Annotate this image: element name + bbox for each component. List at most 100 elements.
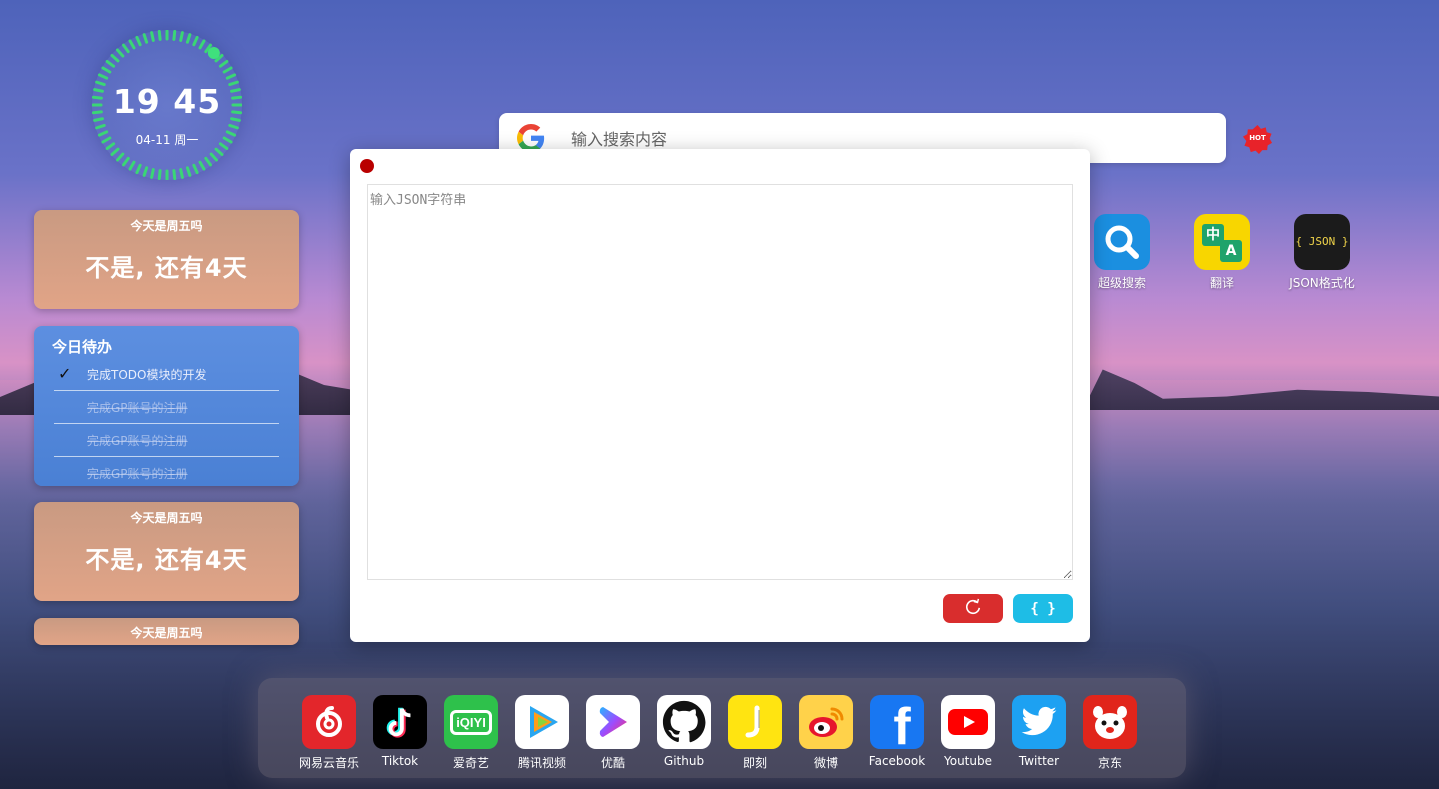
clock-tick bbox=[95, 123, 106, 130]
todo-title: 今日待办 bbox=[52, 338, 113, 356]
clock-tick bbox=[110, 53, 120, 63]
dock-item-github[interactable]: Github bbox=[649, 695, 719, 768]
format-button[interactable]: { } bbox=[1013, 594, 1073, 623]
clock-tick bbox=[185, 166, 192, 177]
friday-card-small[interactable]: 今天是周五吗 bbox=[34, 618, 299, 645]
dock-item-label: Github bbox=[663, 754, 705, 768]
clock-tick bbox=[105, 60, 116, 68]
clock-tick bbox=[142, 166, 149, 177]
clock-tick bbox=[179, 168, 184, 179]
tool-translate[interactable]: 中 A 翻译 bbox=[1177, 214, 1267, 291]
friday-card[interactable]: 今天是周五吗 不是, 还有4天 bbox=[34, 210, 299, 309]
dock-item-label: 微博 bbox=[813, 756, 838, 770]
dock-item-tencent-video[interactable]: 腾讯视频 bbox=[507, 695, 577, 771]
clock-tick bbox=[198, 160, 206, 171]
todo-widget[interactable]: 今日待办 ✓ 完成TODO模块的开发 完成GP账号的注册 完成GP账号的注册 完… bbox=[34, 326, 299, 486]
clock-tick bbox=[135, 163, 142, 175]
clock-second-marker bbox=[207, 46, 220, 59]
tencent-video-icon[interactable] bbox=[515, 695, 569, 749]
clock-tick bbox=[150, 168, 155, 179]
json-input[interactable] bbox=[367, 184, 1073, 580]
todo-item[interactable]: 完成GP账号的注册 bbox=[54, 457, 279, 486]
youku-icon[interactable] bbox=[586, 695, 640, 749]
clock-tick bbox=[214, 147, 224, 157]
friday-card-answer: 不是, 还有4天 bbox=[85, 546, 248, 574]
clock-tick bbox=[128, 160, 136, 171]
clock-time: 19 45 bbox=[112, 82, 222, 121]
facebook-glyph: f bbox=[893, 698, 911, 749]
search-icon[interactable] bbox=[1094, 214, 1150, 270]
clock-tick bbox=[101, 66, 112, 74]
jike-icon[interactable] bbox=[728, 695, 782, 749]
dock-item-label: Facebook bbox=[868, 754, 926, 768]
dock-item-label: 网易云音乐 bbox=[298, 756, 359, 770]
jd-icon[interactable] bbox=[1083, 695, 1137, 749]
dock-item-label: 爱奇艺 bbox=[452, 756, 489, 770]
clock-tick bbox=[110, 147, 120, 157]
dock-item-facebook[interactable]: f Facebook bbox=[862, 695, 932, 768]
weibo-icon[interactable] bbox=[799, 695, 853, 749]
clock-tick bbox=[122, 43, 130, 54]
translate-glyph-a: A bbox=[1220, 240, 1242, 262]
friday-card-title: 今天是周五吗 bbox=[130, 511, 203, 525]
todo-item-text: 完成GP账号的注册 bbox=[87, 467, 188, 481]
dock-item-label: 腾讯视频 bbox=[517, 756, 566, 770]
json-formatter-dialog: { } bbox=[350, 149, 1090, 642]
clock-tick bbox=[157, 30, 162, 41]
clock-tick bbox=[115, 48, 125, 58]
dock-item-label: 即刻 bbox=[742, 756, 767, 770]
close-dot-icon[interactable] bbox=[360, 159, 374, 173]
clock-tick bbox=[218, 60, 229, 68]
clock-tick bbox=[135, 35, 142, 47]
json-icon[interactable]: { JSON } bbox=[1294, 214, 1350, 270]
tool-super-search[interactable]: 超级搜索 bbox=[1077, 214, 1167, 291]
todo-item-text: 完成GP账号的注册 bbox=[87, 434, 188, 448]
dock-item-iqiyi[interactable]: iQIYI 爱奇艺 bbox=[436, 695, 506, 771]
dock-item-label: 优酷 bbox=[600, 756, 625, 770]
clock-tick bbox=[198, 39, 206, 50]
clock-tick bbox=[225, 73, 237, 80]
tool-label: 翻译 bbox=[1209, 276, 1234, 290]
dock-item-weibo[interactable]: 微博 bbox=[791, 695, 861, 771]
clock-tick bbox=[192, 35, 199, 47]
friday-card[interactable]: 今天是周五吗 不是, 还有4天 bbox=[34, 502, 299, 601]
json-icon-glyph: { JSON } bbox=[1295, 235, 1349, 248]
clock-tick bbox=[157, 169, 162, 180]
dock-item-label: Youtube bbox=[944, 754, 992, 768]
dock-item-netease-music[interactable]: 网易云音乐 bbox=[294, 695, 364, 771]
translate-icon[interactable]: 中 A bbox=[1194, 214, 1250, 270]
todo-item[interactable]: 完成GP账号的注册 bbox=[54, 391, 279, 424]
clock-tick bbox=[185, 33, 192, 44]
tiktok-icon[interactable] bbox=[373, 695, 427, 749]
clock-tick bbox=[150, 31, 155, 42]
youtube-icon[interactable] bbox=[941, 695, 995, 749]
dock-item-tiktok[interactable]: Tiktok bbox=[365, 695, 435, 768]
hot-badge-icon[interactable]: HOT bbox=[1242, 124, 1273, 155]
dock-item-twitter[interactable]: Twitter bbox=[1004, 695, 1074, 768]
dock-item-youtube[interactable]: Youtube bbox=[933, 695, 1003, 768]
reset-button[interactable] bbox=[943, 594, 1003, 623]
friday-card-title: 今天是周五吗 bbox=[130, 626, 203, 640]
iqiyi-icon[interactable]: iQIYI bbox=[444, 695, 498, 749]
dock-item-jd[interactable]: 京东 bbox=[1075, 695, 1145, 771]
clock-widget: 19 45 04-11 周一 bbox=[92, 30, 242, 180]
clock-tick bbox=[97, 73, 109, 80]
clock-tick bbox=[142, 33, 149, 44]
twitter-icon[interactable] bbox=[1012, 695, 1066, 749]
dock-item-jike[interactable]: 即刻 bbox=[720, 695, 790, 771]
todo-item-text: 完成GP账号的注册 bbox=[87, 401, 188, 415]
todo-item[interactable]: ✓ 完成TODO模块的开发 bbox=[54, 358, 279, 391]
tool-json-formatter[interactable]: { JSON } JSON格式化 bbox=[1277, 214, 1367, 291]
clock-tick bbox=[204, 156, 212, 167]
facebook-icon[interactable]: f bbox=[870, 695, 924, 749]
clock-tick bbox=[122, 156, 130, 167]
dock-item-youku[interactable]: 优酷 bbox=[578, 695, 648, 771]
netease-music-icon[interactable] bbox=[302, 695, 356, 749]
clock-tick bbox=[209, 152, 219, 162]
hot-badge-label: HOT bbox=[1249, 134, 1266, 142]
friday-card-answer: 不是, 还有4天 bbox=[85, 254, 248, 282]
github-icon[interactable] bbox=[657, 695, 711, 749]
todo-item[interactable]: 完成GP账号的注册 bbox=[54, 424, 279, 457]
checkmark-icon[interactable]: ✓ bbox=[58, 364, 71, 383]
dock-item-label: 京东 bbox=[1097, 756, 1122, 770]
